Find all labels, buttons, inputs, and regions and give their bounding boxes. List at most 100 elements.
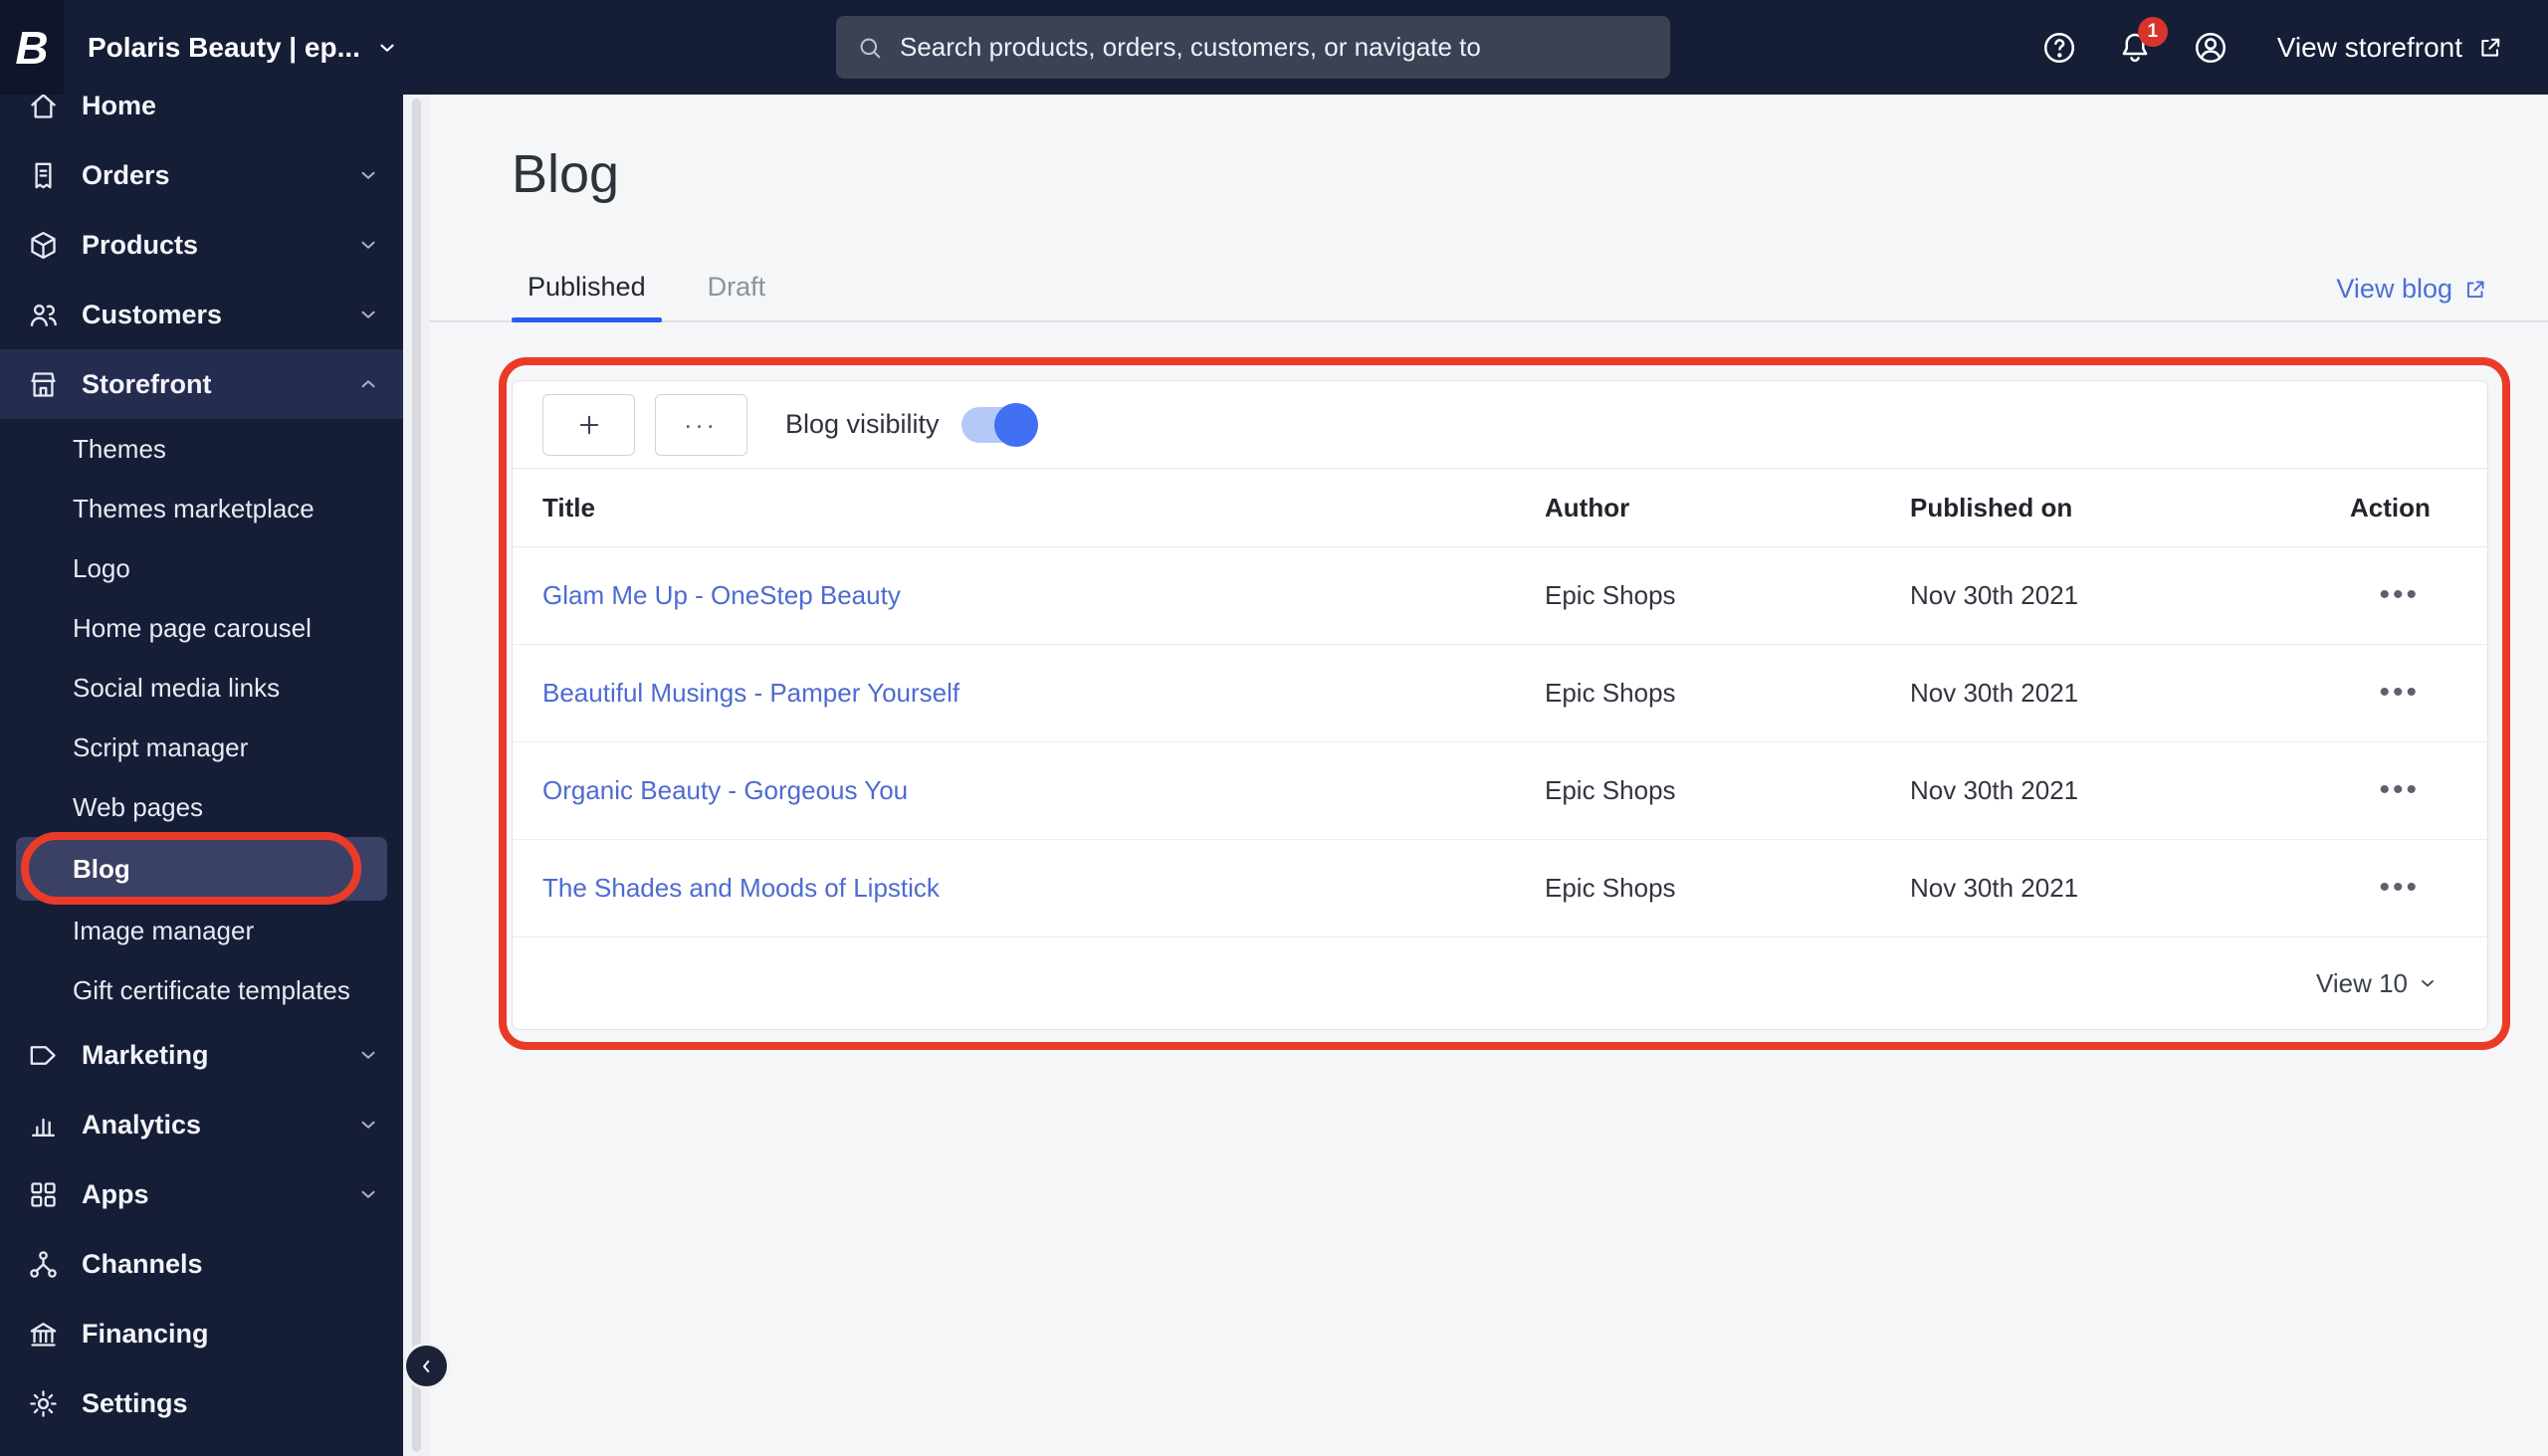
post-published-date: Nov 30th 2021	[1910, 873, 2079, 903]
column-action: Action	[2350, 492, 2431, 522]
table-footer: View 10	[513, 937, 2487, 1029]
sidebar-subitem-home-page-carousel[interactable]: Home page carousel	[0, 598, 403, 658]
sidebar-item-orders[interactable]: Orders	[0, 140, 403, 210]
sidebar-item-marketing[interactable]: Marketing	[0, 1020, 403, 1090]
sidebar-subitem-web-pages[interactable]: Web pages	[0, 777, 403, 837]
post-title-link[interactable]: Beautiful Musings - Pamper Yourself	[542, 678, 1545, 709]
post-published-date: Nov 30th 2021	[1910, 580, 2079, 610]
view-storefront-label: View storefront	[2276, 31, 2462, 63]
chevron-down-icon	[357, 1114, 379, 1136]
store-name: Polaris Beauty | ep...	[88, 31, 360, 63]
view-blog-link[interactable]: View blog	[2336, 274, 2488, 305]
row-actions-button[interactable]: •••	[2379, 678, 2420, 708]
chevron-down-icon	[357, 1183, 379, 1205]
tabs-bar: Published Draft View blog	[429, 261, 2548, 322]
more-actions-button[interactable]: ...	[655, 393, 747, 456]
search-input[interactable]	[900, 32, 1650, 63]
sidebar-item-label: Customers	[82, 299, 223, 329]
sidebar-subitem-image-manager[interactable]: Image manager	[0, 901, 403, 960]
post-title-link[interactable]: Glam Me Up - OneStep Beauty	[542, 580, 1545, 611]
card-controls: ... Blog visibility	[513, 381, 2487, 468]
sidebar-item-customers[interactable]: Customers	[0, 280, 403, 349]
orders-icon	[26, 158, 60, 192]
settings-gear-icon	[26, 1386, 60, 1420]
blog-visibility-toggle[interactable]	[960, 402, 1038, 447]
sidebar-subitem-label: Themes	[73, 433, 166, 464]
column-title: Title	[542, 492, 595, 522]
products-icon	[26, 228, 60, 262]
help-button[interactable]	[2040, 29, 2078, 67]
storefront-icon	[26, 367, 60, 401]
sidebar-subitem-label: Themes marketplace	[73, 493, 315, 523]
account-button[interactable]	[2192, 29, 2230, 67]
add-post-button[interactable]	[542, 393, 635, 456]
post-published-date: Nov 30th 2021	[1910, 775, 2079, 805]
notification-badge: 1	[2137, 16, 2168, 47]
sidebar-item-products[interactable]: Products	[0, 210, 403, 280]
blog-posts-card: ... Blog visibility Title Author Publish…	[499, 357, 2510, 1050]
external-link-icon	[2476, 34, 2504, 62]
sidebar-scrollbar-track[interactable]	[403, 95, 429, 1456]
sidebar-subitem-themes[interactable]: Themes	[0, 419, 403, 479]
sidebar-subitem-social-media-links[interactable]: Social media links	[0, 658, 403, 718]
sidebar-subitem-label: Home page carousel	[73, 612, 312, 643]
table-row: Beautiful Musings - Pamper Yourself Epic…	[513, 645, 2487, 742]
sidebar-item-label: Marketing	[82, 1039, 209, 1070]
chevron-left-icon	[417, 1356, 437, 1376]
page-size-dropdown[interactable]: View 10	[2316, 968, 2438, 999]
post-author: Epic Shops	[1545, 580, 1676, 610]
topbar-actions: 1 View storefront	[2040, 0, 2504, 95]
customers-icon	[26, 298, 60, 331]
bigcommerce-logo[interactable]: B	[0, 0, 64, 95]
sidebar-item-label: Storefront	[82, 368, 212, 399]
sidebar-item-label: Settings	[82, 1387, 188, 1418]
sidebar-item-label: Orders	[82, 159, 170, 190]
notifications-button[interactable]: 1	[2116, 16, 2168, 67]
row-actions-button[interactable]: •••	[2379, 873, 2420, 903]
post-author: Epic Shops	[1545, 873, 1676, 903]
table-row: Organic Beauty - Gorgeous You Epic Shops…	[513, 742, 2487, 840]
sidebar-item-financing[interactable]: Financing	[0, 1299, 403, 1368]
sidebar-subitem-blog[interactable]: Blog	[16, 832, 387, 905]
tab-draft[interactable]: Draft	[692, 272, 782, 320]
sidebar-subitem-themes-marketplace[interactable]: Themes marketplace	[0, 479, 403, 538]
sidebar-subitem-script-manager[interactable]: Script manager	[0, 718, 403, 777]
sidebar-item-label: Channels	[82, 1248, 203, 1279]
sidebar-subitem-label: Gift certificate templates	[73, 974, 350, 1005]
sidebar-subitem-logo[interactable]: Logo	[0, 538, 403, 598]
sidebar-scrollbar-thumb[interactable]	[412, 99, 421, 1452]
table-header: Title Author Published on Action	[513, 468, 2487, 547]
view-storefront-button[interactable]: View storefront	[2277, 32, 2504, 64]
topbar: B Polaris Beauty | ep... 1	[0, 0, 2548, 95]
sidebar-item-channels[interactable]: Channels	[0, 1229, 403, 1299]
plus-icon	[575, 411, 603, 439]
sidebar-item-label: Products	[82, 229, 199, 260]
tab-published[interactable]: Published	[512, 272, 662, 322]
chevron-down-icon	[357, 304, 379, 325]
main-content: Blog Published Draft View blog ... Blog …	[429, 95, 2548, 1456]
chevron-down-icon	[357, 1044, 379, 1066]
logo-b-icon: B	[15, 21, 49, 74]
sidebar-item-label: Home	[82, 95, 157, 120]
sidebar-item-apps[interactable]: Apps	[0, 1159, 403, 1229]
column-published-on: Published on	[1910, 492, 2073, 522]
row-actions-button[interactable]: •••	[2379, 580, 2420, 610]
apps-icon	[26, 1177, 60, 1211]
home-icon	[26, 95, 60, 122]
row-actions-button[interactable]: •••	[2379, 775, 2420, 805]
sidebar-item-storefront[interactable]: Storefront	[0, 349, 403, 419]
sidebar-item-analytics[interactable]: Analytics	[0, 1090, 403, 1159]
sidebar-item-label: Financing	[82, 1318, 209, 1349]
sidebar-subitem-label: Script manager	[73, 731, 249, 762]
channels-icon	[26, 1247, 60, 1281]
post-title-link[interactable]: The Shades and Moods of Lipstick	[542, 873, 1545, 904]
post-author: Epic Shops	[1545, 775, 1676, 805]
sidebar-item-home[interactable]: Home	[0, 95, 403, 140]
view-blog-label: View blog	[2336, 274, 2452, 304]
financing-icon	[26, 1317, 60, 1351]
store-switcher[interactable]: Polaris Beauty | ep...	[88, 32, 398, 64]
sidebar-collapse-button[interactable]	[406, 1346, 447, 1386]
sidebar-item-settings[interactable]: Settings	[0, 1368, 403, 1438]
sidebar-subitem-gift-certificate-templates[interactable]: Gift certificate templates	[0, 960, 403, 1020]
post-title-link[interactable]: Organic Beauty - Gorgeous You	[542, 775, 1545, 806]
